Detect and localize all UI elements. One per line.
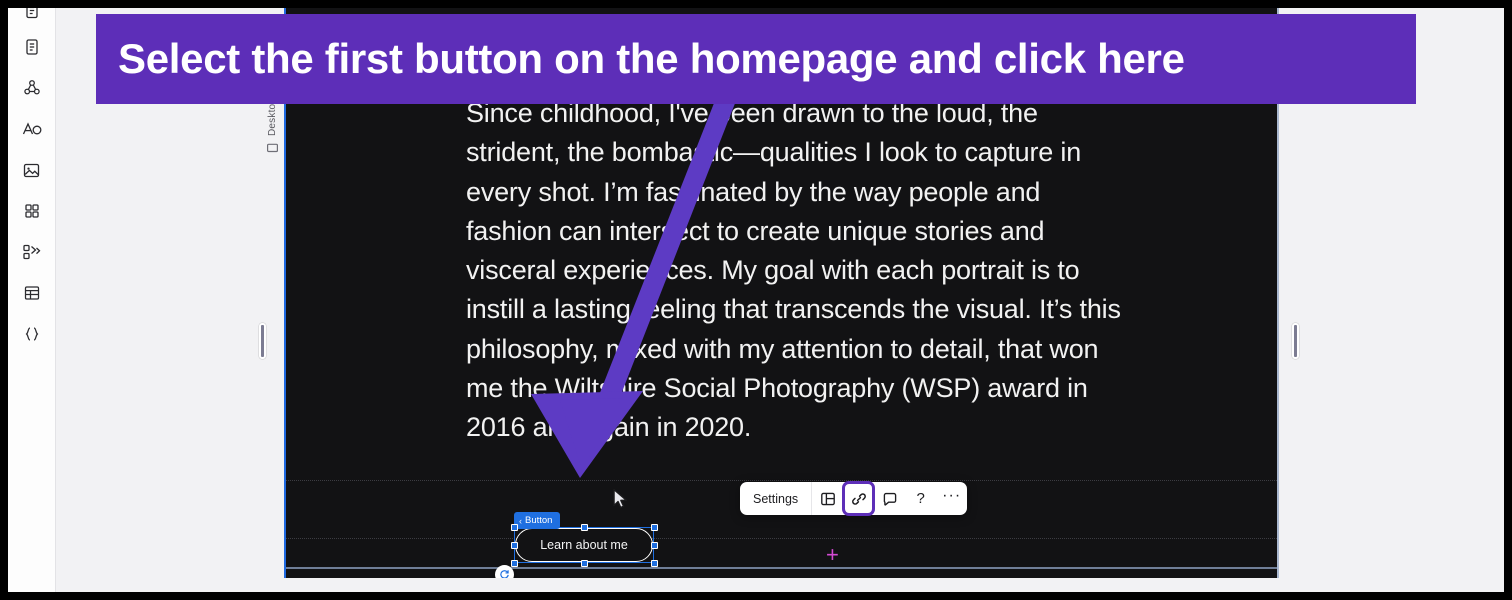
ellipsis-icon[interactable]: ··· (936, 482, 967, 515)
rotate-icon[interactable] (495, 565, 514, 578)
selection-handle-bottom-left[interactable] (510, 559, 518, 567)
add-section-plus-icon[interactable]: + (826, 544, 839, 566)
about-paragraph-block[interactable]: Since childhood, I've been drawn to the … (466, 94, 1126, 448)
cms-table-icon[interactable] (18, 279, 46, 307)
viewport-tab-desktop[interactable]: Desktop (260, 96, 284, 155)
layout-guide-bottom (286, 538, 1279, 539)
assets-image-icon[interactable] (18, 156, 46, 184)
about-paragraph-text: Since childhood, I've been drawn to the … (466, 98, 1121, 443)
left-toolbar-rail (8, 8, 56, 592)
selection-handle-top-center[interactable] (580, 523, 588, 531)
element-toolbar: Settings ? ··· (740, 481, 968, 516)
selection-handle-bottom-center[interactable] (580, 559, 588, 567)
pages-icon-2[interactable] (18, 33, 46, 61)
layout-guide-top (286, 480, 1279, 481)
selection-handle-top-left[interactable] (510, 523, 518, 531)
screenshot-root: Desktop Since childhood, I've been drawn… (0, 0, 1512, 600)
canvas-resize-handle-left[interactable] (259, 323, 266, 359)
link-icon[interactable] (842, 481, 876, 516)
help-label: ? (916, 490, 925, 507)
pages-icon[interactable] (18, 8, 46, 20)
selection-handle-middle-right[interactable] (650, 541, 658, 549)
settings-button-label: Settings (753, 491, 799, 506)
instruction-banner-text: Select the first button on the homepage … (118, 35, 1185, 82)
selection-handle-top-right[interactable] (650, 523, 658, 531)
monitor-icon (266, 142, 279, 155)
learn-about-me-button-label: Learn about me (540, 538, 628, 552)
learn-about-me-button[interactable]: Learn about me (515, 528, 653, 562)
selection-badge-label: Button (525, 515, 553, 526)
question-mark-icon[interactable]: ? (905, 482, 936, 515)
selection-handle-bottom-right[interactable] (650, 559, 658, 567)
comment-icon[interactable] (874, 482, 905, 515)
selection-handle-middle-left[interactable] (510, 541, 518, 549)
components-icon[interactable] (18, 74, 46, 102)
layout-panel-icon[interactable] (812, 482, 843, 515)
section-divider (286, 567, 1279, 569)
settings-button[interactable]: Settings (740, 482, 813, 515)
more-options-label: ··· (942, 487, 962, 504)
typography-icon[interactable] (18, 115, 46, 143)
interactions-icon[interactable] (18, 238, 46, 266)
code-braces-icon[interactable] (18, 320, 46, 348)
canvas-resize-handle-right[interactable] (1292, 323, 1299, 359)
instruction-banner: Select the first button on the homepage … (96, 14, 1416, 104)
apps-grid-icon[interactable] (18, 197, 46, 225)
chevron-left-icon: ‹ (519, 515, 522, 526)
selection-badge[interactable]: ‹ Button (514, 512, 561, 529)
